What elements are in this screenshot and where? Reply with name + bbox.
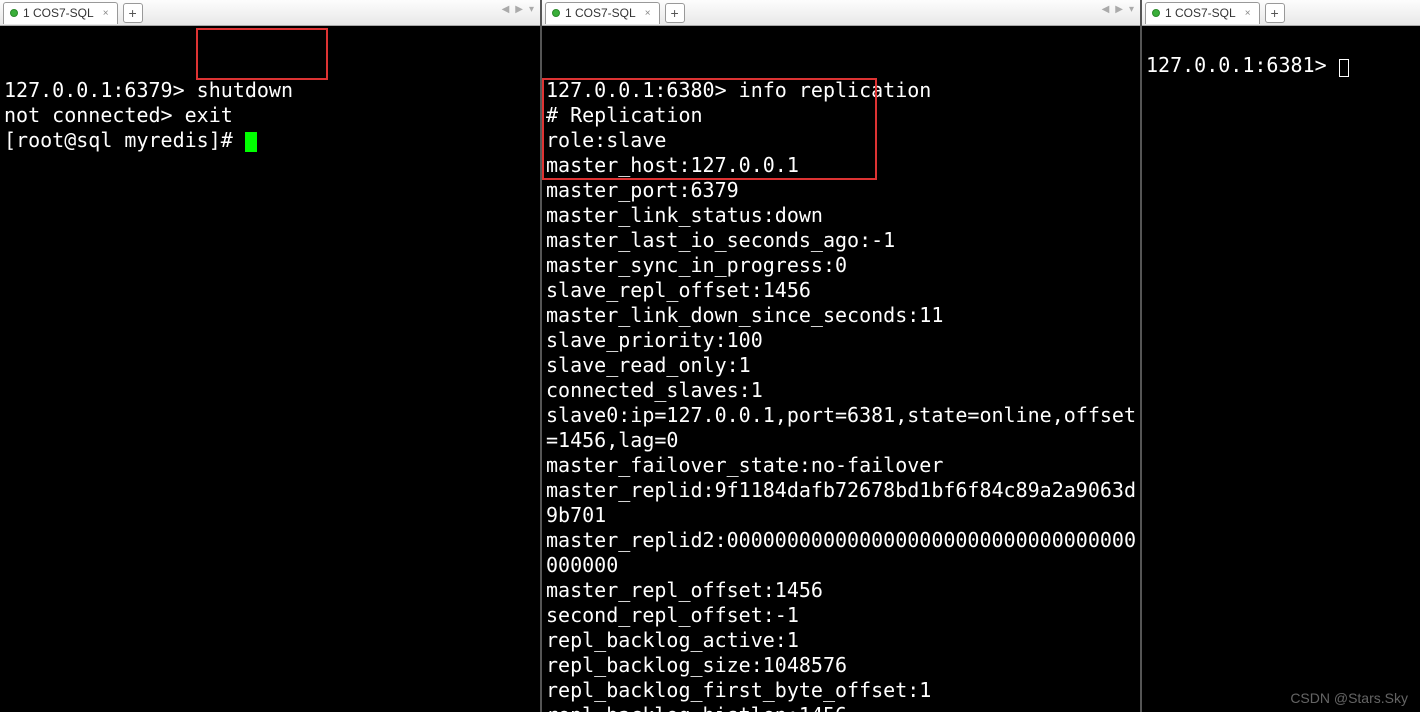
tabbar-1: 1 COS7-SQL × + ◀ ▶ ▾ xyxy=(0,0,540,26)
tabbar-2: 1 COS7-SQL × + ◀ ▶ ▾ xyxy=(542,0,1140,26)
terminal-line: not connected> exit xyxy=(4,103,233,127)
terminal-line: repl_backlog_first_byte_offset:1 xyxy=(546,678,931,702)
tab-next-icon[interactable]: ▶ xyxy=(513,4,525,15)
tab-label: 1 COS7-SQL xyxy=(565,6,636,20)
cursor-icon xyxy=(1339,59,1349,77)
status-dot-icon xyxy=(552,9,560,17)
terminal-line: master_failover_state:no-failover xyxy=(546,453,943,477)
add-tab-button[interactable]: + xyxy=(665,3,685,23)
terminal-line: 127.0.0.1:6380> info replication xyxy=(546,78,931,102)
terminal-pane-3: 1 COS7-SQL × + 127.0.0.1:6381> xyxy=(1142,0,1420,712)
highlight-box-1 xyxy=(196,28,328,80)
terminal-line: [root@sql myredis]# xyxy=(4,128,257,152)
tabbar-3: 1 COS7-SQL × + xyxy=(1142,0,1420,26)
terminal-line: slave_priority:100 xyxy=(546,328,763,352)
terminal-body-2[interactable]: 127.0.0.1:6380> info replication # Repli… xyxy=(542,26,1140,712)
terminal-line: master_last_io_seconds_ago:-1 xyxy=(546,228,895,252)
tab-label: 1 COS7-SQL xyxy=(1165,6,1236,20)
terminal-pane-2: 1 COS7-SQL × + ◀ ▶ ▾ 127.0.0.1:6380> inf… xyxy=(542,0,1142,712)
terminal-line: master_replid2:0000000000000000000000000… xyxy=(546,528,1136,577)
add-tab-button[interactable]: + xyxy=(123,3,143,23)
terminal-line: 127.0.0.1:6381> xyxy=(1146,53,1349,77)
tab-prev-icon[interactable]: ◀ xyxy=(1100,4,1112,15)
terminal-line: repl_backlog_active:1 xyxy=(546,628,799,652)
terminal-line: slave_read_only:1 xyxy=(546,353,751,377)
terminal-line: role:slave xyxy=(546,128,666,152)
terminal-line: connected_slaves:1 xyxy=(546,378,763,402)
tab-menu-icon[interactable]: ▾ xyxy=(1127,4,1136,15)
terminal-pane-1: 1 COS7-SQL × + ◀ ▶ ▾ 127.0.0.1:6379> shu… xyxy=(0,0,542,712)
terminal-line: second_repl_offset:-1 xyxy=(546,603,799,627)
terminal-line: master_sync_in_progress:0 xyxy=(546,253,847,277)
terminal-line: master_port:6379 xyxy=(546,178,739,202)
terminal-body-1[interactable]: 127.0.0.1:6379> shutdown not connected> … xyxy=(0,26,540,712)
tab-nav: ◀ ▶ ▾ xyxy=(1100,4,1136,15)
status-dot-icon xyxy=(1152,9,1160,17)
terminal-line: master_replid:9f1184dafb72678bd1bf6f84c8… xyxy=(546,478,1136,527)
terminal-body-3[interactable]: 127.0.0.1:6381> xyxy=(1142,26,1420,712)
tab-nav: ◀ ▶ ▾ xyxy=(500,4,536,15)
terminal-line: master_link_down_since_seconds:11 xyxy=(546,303,943,327)
status-dot-icon xyxy=(10,9,18,17)
terminal-line: master_host:127.0.0.1 xyxy=(546,153,799,177)
close-icon[interactable]: × xyxy=(1245,8,1251,19)
close-icon[interactable]: × xyxy=(645,8,651,19)
terminal-line: slave_repl_offset:1456 xyxy=(546,278,811,302)
terminal-line: master_repl_offset:1456 xyxy=(546,578,823,602)
tab-prev-icon[interactable]: ◀ xyxy=(500,4,512,15)
add-tab-button[interactable]: + xyxy=(1265,3,1285,23)
tab-next-icon[interactable]: ▶ xyxy=(1113,4,1125,15)
tab-menu-icon[interactable]: ▾ xyxy=(527,4,536,15)
terminal-line: slave0:ip=127.0.0.1,port=6381,state=onli… xyxy=(546,403,1136,452)
terminal-line: 127.0.0.1:6379> shutdown xyxy=(4,78,293,102)
tab-3[interactable]: 1 COS7-SQL × xyxy=(1145,2,1260,24)
close-icon[interactable]: × xyxy=(103,8,109,19)
terminal-line: # Replication xyxy=(546,103,703,127)
terminal-line: repl_backlog_size:1048576 xyxy=(546,653,847,677)
terminal-line: repl_backlog_histlen:1456 xyxy=(546,703,847,712)
tab-label: 1 COS7-SQL xyxy=(23,6,94,20)
tab-2[interactable]: 1 COS7-SQL × xyxy=(545,2,660,24)
terminal-line: master_link_status:down xyxy=(546,203,823,227)
cursor-icon xyxy=(245,132,257,152)
tab-1[interactable]: 1 COS7-SQL × xyxy=(3,2,118,24)
